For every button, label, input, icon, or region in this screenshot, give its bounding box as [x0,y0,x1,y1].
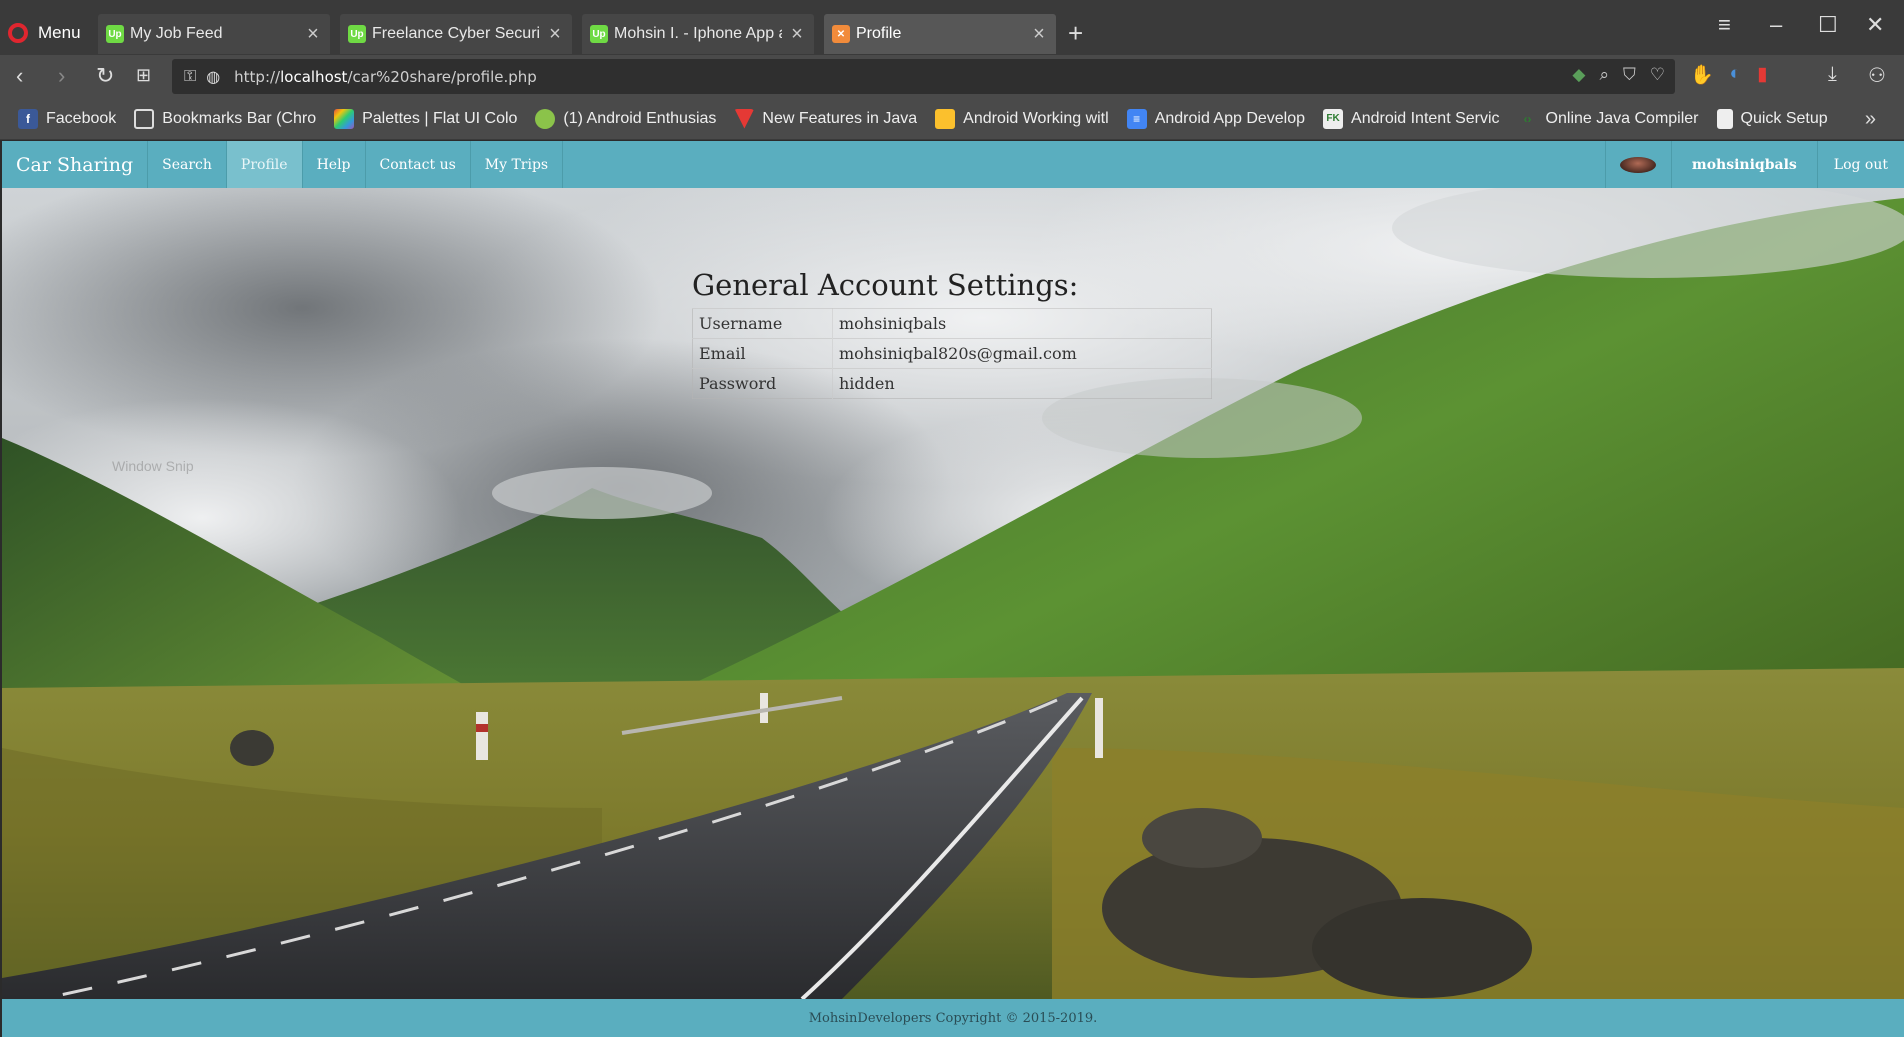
avatar[interactable] [1604,141,1671,188]
bookmarks-overflow-icon[interactable]: » [1865,108,1876,131]
account-settings-panel: General Account Settings: Username mohsi… [692,268,1212,399]
username-label: Username [692,308,833,339]
url-actions: ◆ ⌕ ⛉ ♡ [1572,65,1665,85]
bookmark-quick-setup[interactable]: Quick Setup [1716,108,1828,129]
bookmark-folder[interactable]: Bookmarks Bar (Chro [134,108,316,129]
password-value: hidden [832,368,1212,399]
nav-profile[interactable]: Profile [226,141,303,188]
java-icon [734,108,755,129]
tab-title: Profile [856,25,902,42]
maximize-icon[interactable]: ☐ [1818,12,1838,38]
extensions: ✋ ◐ ▮ [1690,63,1768,87]
url-text[interactable]: http://localhost/car%20share/profile.php [234,68,537,86]
email-label: Email [692,338,833,369]
url-field[interactable]: ⚿ ◍ http://localhost/car%20share/profile… [172,59,1675,94]
nav-contact-us[interactable]: Contact us [366,141,471,188]
tab-mohsin[interactable]: Up Mohsin I. - Iphone App an × [582,14,814,54]
table-row: Username mohsiniqbals [692,308,1212,339]
nav-help[interactable]: Help [303,141,366,188]
heart-icon[interactable]: ♡ [1650,65,1665,85]
code-icon: ‹› [1523,111,1532,126]
account-settings-table: Username mohsiniqbals Email mohsiniqbal8… [692,308,1212,399]
page-viewport: Car Sharing Search Profile Help Contact … [2,141,1904,1037]
close-icon[interactable]: × [304,23,322,46]
new-tab-button[interactable]: + [1068,18,1083,49]
bookmark-android-working[interactable]: Android Working witl [935,108,1109,129]
xampp-icon: ✕ [832,25,850,43]
upwork-icon: Up [348,25,366,43]
page-icon [1716,108,1733,129]
window-snip-ghost-text: Window Snip [112,458,194,474]
cube-icon[interactable]: ◆ [1572,65,1585,85]
password-label: Password [692,368,833,399]
forward-icon[interactable]: › [58,63,65,89]
site-navbar: Car Sharing Search Profile Help Contact … [2,141,1904,188]
address-bar: ‹ › ↻ ⊞ ⚿ ◍ http://localhost/car%20share… [0,55,1904,98]
reload-icon[interactable]: ↻ [96,63,114,89]
bookmark-facebook[interactable]: f Facebook [18,108,116,129]
landscape-background: General Account Settings: Username mohsi… [2,188,1904,999]
upwork-icon: Up [590,25,608,43]
android-icon [535,108,556,129]
adblock-extension-icon[interactable]: ✋ [1690,63,1714,87]
bookmark-intent-service[interactable]: FK Android Intent Servic [1323,108,1500,129]
fk-icon: FK [1323,108,1344,129]
facebook-icon: f [18,108,38,129]
window-close-icon[interactable]: ✕ [1866,12,1884,38]
nav-my-trips[interactable]: My Trips [471,141,564,188]
bookmark-android-app-dev[interactable]: ≡ Android App Develop [1126,108,1305,129]
minimize-icon[interactable]: – [1770,12,1782,38]
bookmark-android-enthusiasts[interactable]: (1) Android Enthusias [535,108,716,129]
brand-link[interactable]: Car Sharing [2,141,149,188]
logout-link[interactable]: Log out [1816,141,1904,188]
close-icon[interactable]: × [788,23,806,46]
menu-label: Menu [38,23,81,42]
close-icon[interactable]: × [1030,23,1048,46]
table-row: Password hidden [692,368,1212,399]
opera-menu-button[interactable]: Menu [8,18,81,48]
bookmark-java-compiler[interactable]: ‹› Online Java Compiler [1518,109,1699,129]
globe-icon: ◍ [206,68,221,86]
bookmark-extension-icon[interactable]: ▮ [1757,63,1767,87]
key-icon[interactable]: ⚿ [184,68,196,86]
table-row: Email mohsiniqbal820s@gmail.com [692,338,1212,369]
download-icon[interactable]: ⤓ [1828,63,1837,86]
upwork-icon: Up [106,25,124,43]
bookmark-palettes[interactable]: Palettes | Flat UI Colo [334,108,517,129]
tab-title: Mohsin I. - Iphone App an [614,25,782,42]
search-icon[interactable]: ⌕ [1599,65,1609,85]
vpn-extension-icon[interactable]: ◐ [1730,63,1741,87]
tab-profile[interactable]: ✕ Profile × [824,14,1056,54]
tab-title: Freelance Cyber Security J [372,25,540,42]
palette-icon [334,108,355,129]
adblock-icon[interactable]: ⛉ [1623,65,1636,85]
speed-dial-icon[interactable]: ⊞ [136,65,151,86]
tab-my-job-feed[interactable]: Up My Job Feed × [98,14,330,54]
back-icon[interactable]: ‹ [16,63,23,89]
android-working-icon [935,108,956,129]
doc-icon: ≡ [1126,108,1147,129]
tab-freelance[interactable]: Up Freelance Cyber Security J × [340,14,572,54]
nav-username[interactable]: mohsiniqbals [1670,141,1817,188]
bookmark-java-features[interactable]: New Features in Java [734,108,917,129]
nav-search[interactable]: Search [148,141,227,188]
account-icon[interactable]: ⚇ [1868,63,1886,88]
page-title: General Account Settings: [692,268,1079,302]
folder-icon [134,108,155,129]
site-footer: MohsinDevelopers Copyright © 2015-2019. [2,999,1904,1037]
bookmarks-bar: f Facebook Bookmarks Bar (Chro Palettes … [0,98,1904,140]
opera-logo-icon [8,23,28,43]
username-value: mohsiniqbals [832,308,1212,339]
close-icon[interactable]: × [546,23,564,46]
tab-menu-icon[interactable]: ≡ [1718,12,1731,38]
email-value: mohsiniqbal820s@gmail.com [832,338,1212,369]
nav-user-area: mohsiniqbals Log out [1604,141,1904,188]
tab-title: My Job Feed [130,25,223,42]
